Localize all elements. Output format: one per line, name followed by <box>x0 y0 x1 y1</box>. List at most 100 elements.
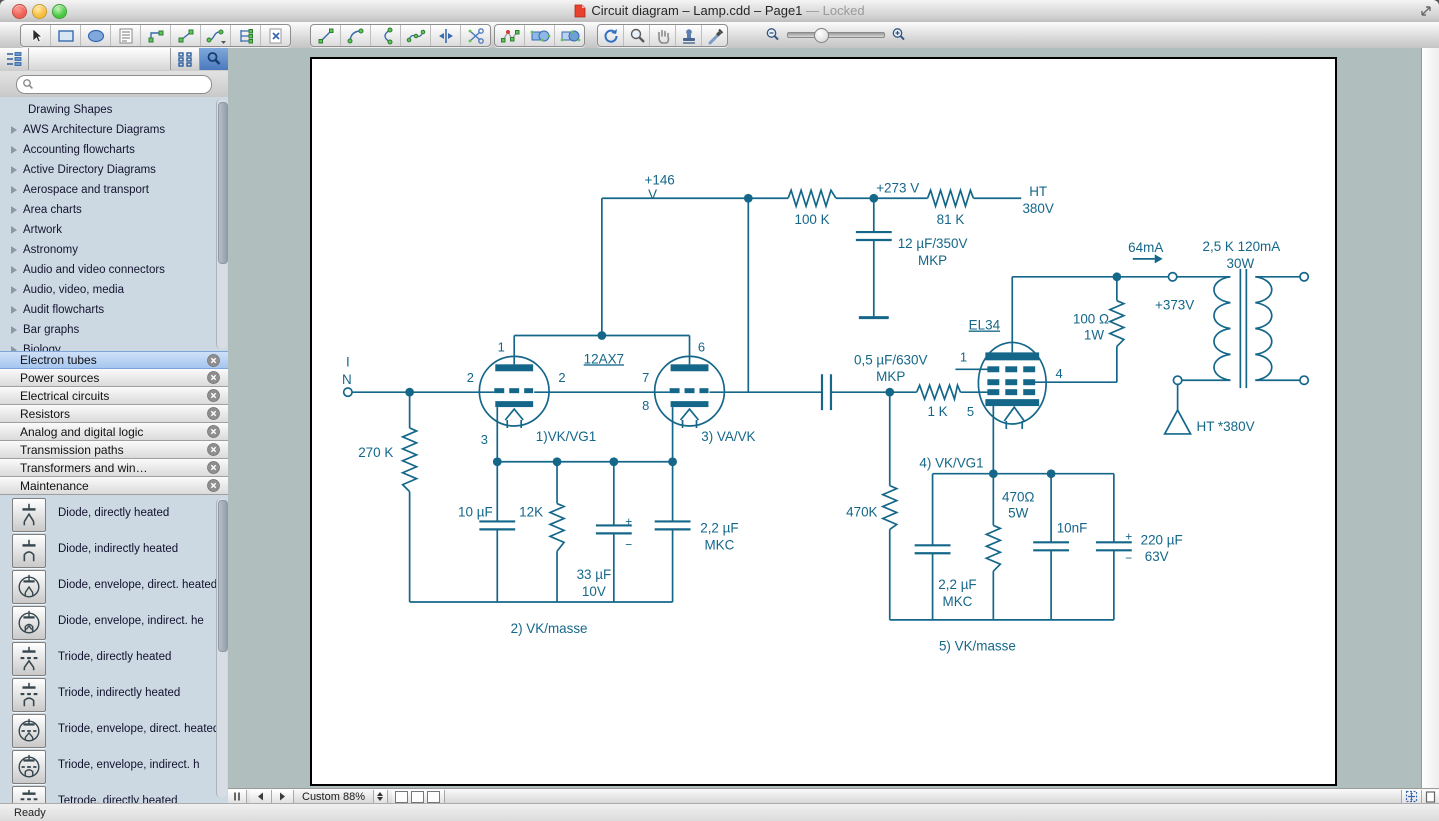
diode-envelope-indirect-icon[interactable] <box>12 606 46 640</box>
pan-tool-icon[interactable] <box>650 25 676 46</box>
shape-item-diode-direct[interactable]: Diode, directly heated <box>0 498 216 534</box>
diode-indirect-icon[interactable] <box>12 534 46 568</box>
disclosure-triangle-icon[interactable] <box>11 166 17 174</box>
category-item[interactable]: Area charts <box>0 200 216 220</box>
zoom-step-up-icon[interactable] <box>377 792 383 796</box>
connector-elbow-tool-icon[interactable] <box>141 25 171 46</box>
connector-direct-tool-icon[interactable] <box>171 25 201 46</box>
search-field[interactable] <box>16 75 212 94</box>
pause-layout-icon[interactable] <box>228 790 247 804</box>
disclosure-triangle-icon[interactable] <box>11 326 17 334</box>
zoom-stepper[interactable] <box>373 790 388 804</box>
bezier-tool-icon[interactable] <box>401 25 431 46</box>
category-item[interactable]: Drawing Shapes <box>0 100 228 120</box>
next-page-button[interactable] <box>272 790 294 804</box>
library-item-electrical-circuits[interactable]: Electrical circuits <box>0 387 228 405</box>
zoom-slider-thumb[interactable] <box>814 28 829 43</box>
library-item-power-sources[interactable]: Power sources <box>0 369 228 387</box>
shape-item-triode-direct[interactable]: Triode, directly heated <box>0 642 216 678</box>
shape-scrollbar-thumb[interactable] <box>218 500 228 652</box>
close-library-icon[interactable] <box>207 461 220 474</box>
line-tool-icon[interactable] <box>311 25 341 46</box>
category-item[interactable]: Aerospace and transport <box>0 180 216 200</box>
diode-direct-icon[interactable] <box>12 498 46 532</box>
library-item-electron-tubes[interactable]: Electron tubes <box>0 351 228 369</box>
disclosure-triangle-icon[interactable] <box>11 226 17 234</box>
search-icon[interactable] <box>200 48 228 70</box>
combine-union-tool-icon[interactable] <box>525 25 555 46</box>
page-layout-buttons[interactable] <box>392 790 445 804</box>
combine-subtract-tool-icon[interactable] <box>555 25 584 46</box>
layout-square-icon[interactable] <box>411 791 424 803</box>
disclosure-triangle-icon[interactable] <box>11 206 17 214</box>
library-item-transformers[interactable]: Transformers and win… <box>0 459 228 477</box>
rotate-tool-icon[interactable] <box>598 25 624 46</box>
category-item[interactable]: Astronomy <box>0 240 216 260</box>
eyedropper-tool-icon[interactable] <box>702 25 727 46</box>
reshape-tool-icon[interactable] <box>495 25 525 46</box>
disclosure-triangle-icon[interactable] <box>11 306 17 314</box>
shape-item-triode-envelope-indirect[interactable]: Triode, envelope, indirect. h <box>0 750 216 786</box>
close-library-icon[interactable] <box>207 354 220 367</box>
library-item-analog-digital-logic[interactable]: Analog and digital logic <box>0 423 228 441</box>
library-item-resistors[interactable]: Resistors <box>0 405 228 423</box>
diode-envelope-direct-icon[interactable] <box>12 570 46 604</box>
connector-curve-tool-icon[interactable] <box>201 25 231 46</box>
horizontal-scrollbar[interactable] <box>445 790 1401 804</box>
close-library-icon[interactable] <box>207 371 220 384</box>
category-item[interactable]: Bar graphs <box>0 320 216 340</box>
page-view-icon[interactable] <box>1422 790 1439 804</box>
close-library-icon[interactable] <box>207 389 220 402</box>
category-item[interactable]: Audit flowcharts <box>0 300 216 320</box>
close-library-icon[interactable] <box>207 425 220 438</box>
category-item[interactable]: Active Directory Diagrams <box>0 160 216 180</box>
zoom-slider-track[interactable] <box>787 32 885 38</box>
library-item-maintenance[interactable]: Maintenance <box>0 477 228 495</box>
vertical-scrollbar[interactable] <box>1421 48 1439 788</box>
fit-page-icon[interactable] <box>1401 790 1422 804</box>
zoom-step-down-icon[interactable] <box>377 797 383 801</box>
triode-envelope-direct-icon[interactable] <box>12 714 46 748</box>
tree-view-icon[interactable] <box>0 48 29 70</box>
close-library-icon[interactable] <box>207 443 220 456</box>
arc-tool-icon[interactable] <box>341 25 371 46</box>
layout-square-icon[interactable] <box>395 791 408 803</box>
tetrode-direct-icon[interactable] <box>12 786 46 803</box>
grid-view-icon[interactable] <box>171 48 200 70</box>
category-scrollbar[interactable] <box>216 99 227 349</box>
shape-item-diode-indirect[interactable]: Diode, indirectly heated <box>0 534 216 570</box>
disclosure-triangle-icon[interactable] <box>11 286 17 294</box>
disclosure-triangle-icon[interactable] <box>11 186 17 194</box>
category-item[interactable]: AWS Architecture Diagrams <box>0 120 216 140</box>
ellipse-tool-icon[interactable] <box>81 25 111 46</box>
scissors-tool-icon[interactable] <box>461 25 490 46</box>
curve-tool-icon[interactable] <box>371 25 401 46</box>
prev-page-button[interactable] <box>250 790 272 804</box>
text-tool-icon[interactable] <box>111 25 141 46</box>
disclosure-triangle-icon[interactable] <box>11 126 17 134</box>
select-tool-icon[interactable] <box>21 25 51 46</box>
disclosure-triangle-icon[interactable] <box>11 266 17 274</box>
triode-direct-icon[interactable] <box>12 642 46 676</box>
zoom-out-icon[interactable] <box>765 27 781 43</box>
drawing-canvas[interactable]: +146 V 100 K +273 V 81 K HT 380V 12 µF/3… <box>228 48 1421 788</box>
disclosure-triangle-icon[interactable] <box>11 146 17 154</box>
category-scrollbar-thumb[interactable] <box>218 102 228 264</box>
zoom-in-icon[interactable] <box>891 27 907 43</box>
search-input[interactable] <box>37 77 206 92</box>
split-tool-icon[interactable] <box>431 25 461 46</box>
category-item[interactable]: Audio, video, media <box>0 280 216 300</box>
category-item[interactable]: Accounting flowcharts <box>0 140 216 160</box>
zoom-level-label[interactable]: Custom 88% <box>294 791 373 803</box>
shape-item-tetrode-direct[interactable]: Tetrode, directly heated <box>0 786 216 803</box>
category-item[interactable]: Audio and video connectors <box>0 260 216 280</box>
document-page[interactable]: +146 V 100 K +273 V 81 K HT 380V 12 µF/3… <box>310 57 1337 786</box>
disconnect-tool-icon[interactable] <box>261 25 290 46</box>
shape-scrollbar[interactable] <box>216 498 227 798</box>
connector-tree-tool-icon[interactable] <box>231 25 261 46</box>
category-item[interactable]: Artwork <box>0 220 216 240</box>
triode-envelope-indirect-icon[interactable] <box>12 750 46 784</box>
disclosure-triangle-icon[interactable] <box>11 246 17 254</box>
layout-square-icon[interactable] <box>427 791 440 803</box>
stamp-tool-icon[interactable] <box>676 25 702 46</box>
